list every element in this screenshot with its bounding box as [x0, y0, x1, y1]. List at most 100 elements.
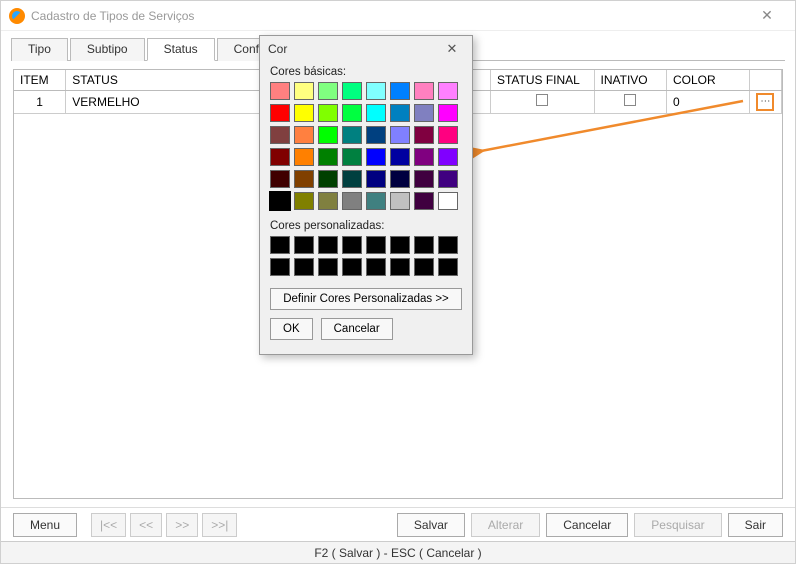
color-swatch[interactable]	[438, 148, 458, 166]
color-swatch[interactable]	[366, 126, 386, 144]
color-swatch[interactable]	[414, 104, 434, 122]
color-swatch[interactable]	[342, 148, 362, 166]
color-swatch[interactable]	[294, 104, 314, 122]
color-swatch[interactable]	[270, 192, 290, 210]
color-swatch[interactable]	[318, 170, 338, 188]
color-swatch[interactable]	[390, 192, 410, 210]
color-swatch[interactable]	[270, 104, 290, 122]
custom-color-swatch[interactable]	[270, 258, 290, 276]
tab-status[interactable]: Status	[147, 38, 215, 61]
custom-color-swatch[interactable]	[294, 236, 314, 254]
color-dialog-close-icon[interactable]: ✕	[440, 41, 464, 57]
tab-subtipo[interactable]: Subtipo	[70, 38, 145, 61]
custom-color-swatch[interactable]	[294, 258, 314, 276]
color-swatch[interactable]	[342, 192, 362, 210]
color-swatch[interactable]	[270, 170, 290, 188]
custom-color-swatch[interactable]	[390, 236, 410, 254]
color-swatch[interactable]	[342, 126, 362, 144]
checkbox-icon[interactable]	[624, 94, 636, 106]
custom-color-swatch[interactable]	[366, 258, 386, 276]
color-swatch[interactable]	[318, 104, 338, 122]
cancelar-button[interactable]: Cancelar	[546, 513, 628, 537]
color-swatch[interactable]	[318, 82, 338, 100]
color-swatch[interactable]	[294, 126, 314, 144]
pesquisar-button[interactable]: Pesquisar	[634, 513, 721, 537]
color-swatch[interactable]	[438, 82, 458, 100]
color-swatch[interactable]	[438, 170, 458, 188]
color-swatch[interactable]	[390, 126, 410, 144]
color-swatch[interactable]	[414, 148, 434, 166]
color-swatch[interactable]	[366, 192, 386, 210]
color-swatch[interactable]	[270, 82, 290, 100]
alterar-button[interactable]: Alterar	[471, 513, 540, 537]
status-text: F2 ( Salvar ) - ESC ( Cancelar )	[314, 546, 481, 560]
menu-button[interactable]: Menu	[13, 513, 77, 537]
color-swatch[interactable]	[414, 126, 434, 144]
define-custom-colors-button[interactable]: Definir Cores Personalizadas >>	[270, 288, 462, 310]
basic-color-grid	[260, 80, 472, 216]
col-inativo[interactable]: INATIVO	[594, 70, 667, 90]
custom-color-grid	[260, 234, 472, 282]
color-swatch[interactable]	[294, 170, 314, 188]
cell-inativo[interactable]	[594, 90, 667, 113]
custom-color-swatch[interactable]	[342, 258, 362, 276]
tab-tipo[interactable]: Tipo	[11, 38, 68, 61]
color-swatch[interactable]	[366, 104, 386, 122]
color-swatch[interactable]	[366, 170, 386, 188]
custom-color-swatch[interactable]	[318, 258, 338, 276]
bottom-toolbar: Menu |<< << >> >>| Salvar Alterar Cancel…	[1, 507, 795, 541]
nav-last-button[interactable]: >>|	[202, 513, 237, 537]
col-item[interactable]: ITEM	[14, 70, 66, 90]
nav-prev-button[interactable]: <<	[130, 513, 162, 537]
color-swatch[interactable]	[414, 82, 434, 100]
color-swatch[interactable]	[294, 192, 314, 210]
color-swatch[interactable]	[318, 148, 338, 166]
nav-next-button[interactable]: >>	[166, 513, 198, 537]
color-ok-button[interactable]: OK	[270, 318, 313, 340]
cell-color[interactable]: 0	[667, 90, 750, 113]
color-dialog-titlebar: Cor ✕	[260, 36, 472, 62]
app-icon	[9, 8, 25, 24]
custom-color-swatch[interactable]	[270, 236, 290, 254]
checkbox-icon[interactable]	[536, 94, 548, 106]
color-swatch[interactable]	[414, 192, 434, 210]
salvar-button[interactable]: Salvar	[397, 513, 465, 537]
color-swatch[interactable]	[414, 170, 434, 188]
custom-color-swatch[interactable]	[414, 258, 434, 276]
color-swatch[interactable]	[342, 170, 362, 188]
color-swatch[interactable]	[390, 104, 410, 122]
nav-first-button[interactable]: |<<	[91, 513, 126, 537]
custom-color-swatch[interactable]	[318, 236, 338, 254]
col-status-final[interactable]: STATUS FINAL	[490, 70, 594, 90]
color-swatch[interactable]	[366, 148, 386, 166]
color-swatch[interactable]	[438, 104, 458, 122]
custom-color-swatch[interactable]	[342, 236, 362, 254]
color-picker-button[interactable]: ⋯	[756, 93, 774, 111]
col-edit	[749, 70, 781, 90]
color-swatch[interactable]	[294, 148, 314, 166]
color-swatch[interactable]	[342, 104, 362, 122]
color-swatch[interactable]	[270, 148, 290, 166]
color-swatch[interactable]	[342, 82, 362, 100]
custom-color-swatch[interactable]	[366, 236, 386, 254]
custom-color-swatch[interactable]	[414, 236, 434, 254]
cell-status-final[interactable]	[490, 90, 594, 113]
color-cancel-button[interactable]: Cancelar	[321, 318, 393, 340]
custom-color-swatch[interactable]	[390, 258, 410, 276]
color-swatch[interactable]	[390, 82, 410, 100]
cell-edit: ⋯	[749, 90, 781, 113]
color-swatch[interactable]	[366, 82, 386, 100]
col-color[interactable]: COLOR	[667, 70, 750, 90]
color-swatch[interactable]	[438, 126, 458, 144]
custom-color-swatch[interactable]	[438, 236, 458, 254]
color-swatch[interactable]	[270, 126, 290, 144]
close-icon[interactable]: ✕	[747, 7, 787, 24]
color-swatch[interactable]	[390, 170, 410, 188]
color-swatch[interactable]	[390, 148, 410, 166]
color-swatch[interactable]	[438, 192, 458, 210]
color-swatch[interactable]	[318, 126, 338, 144]
color-swatch[interactable]	[318, 192, 338, 210]
sair-button[interactable]: Sair	[728, 513, 783, 537]
custom-color-swatch[interactable]	[438, 258, 458, 276]
color-swatch[interactable]	[294, 82, 314, 100]
